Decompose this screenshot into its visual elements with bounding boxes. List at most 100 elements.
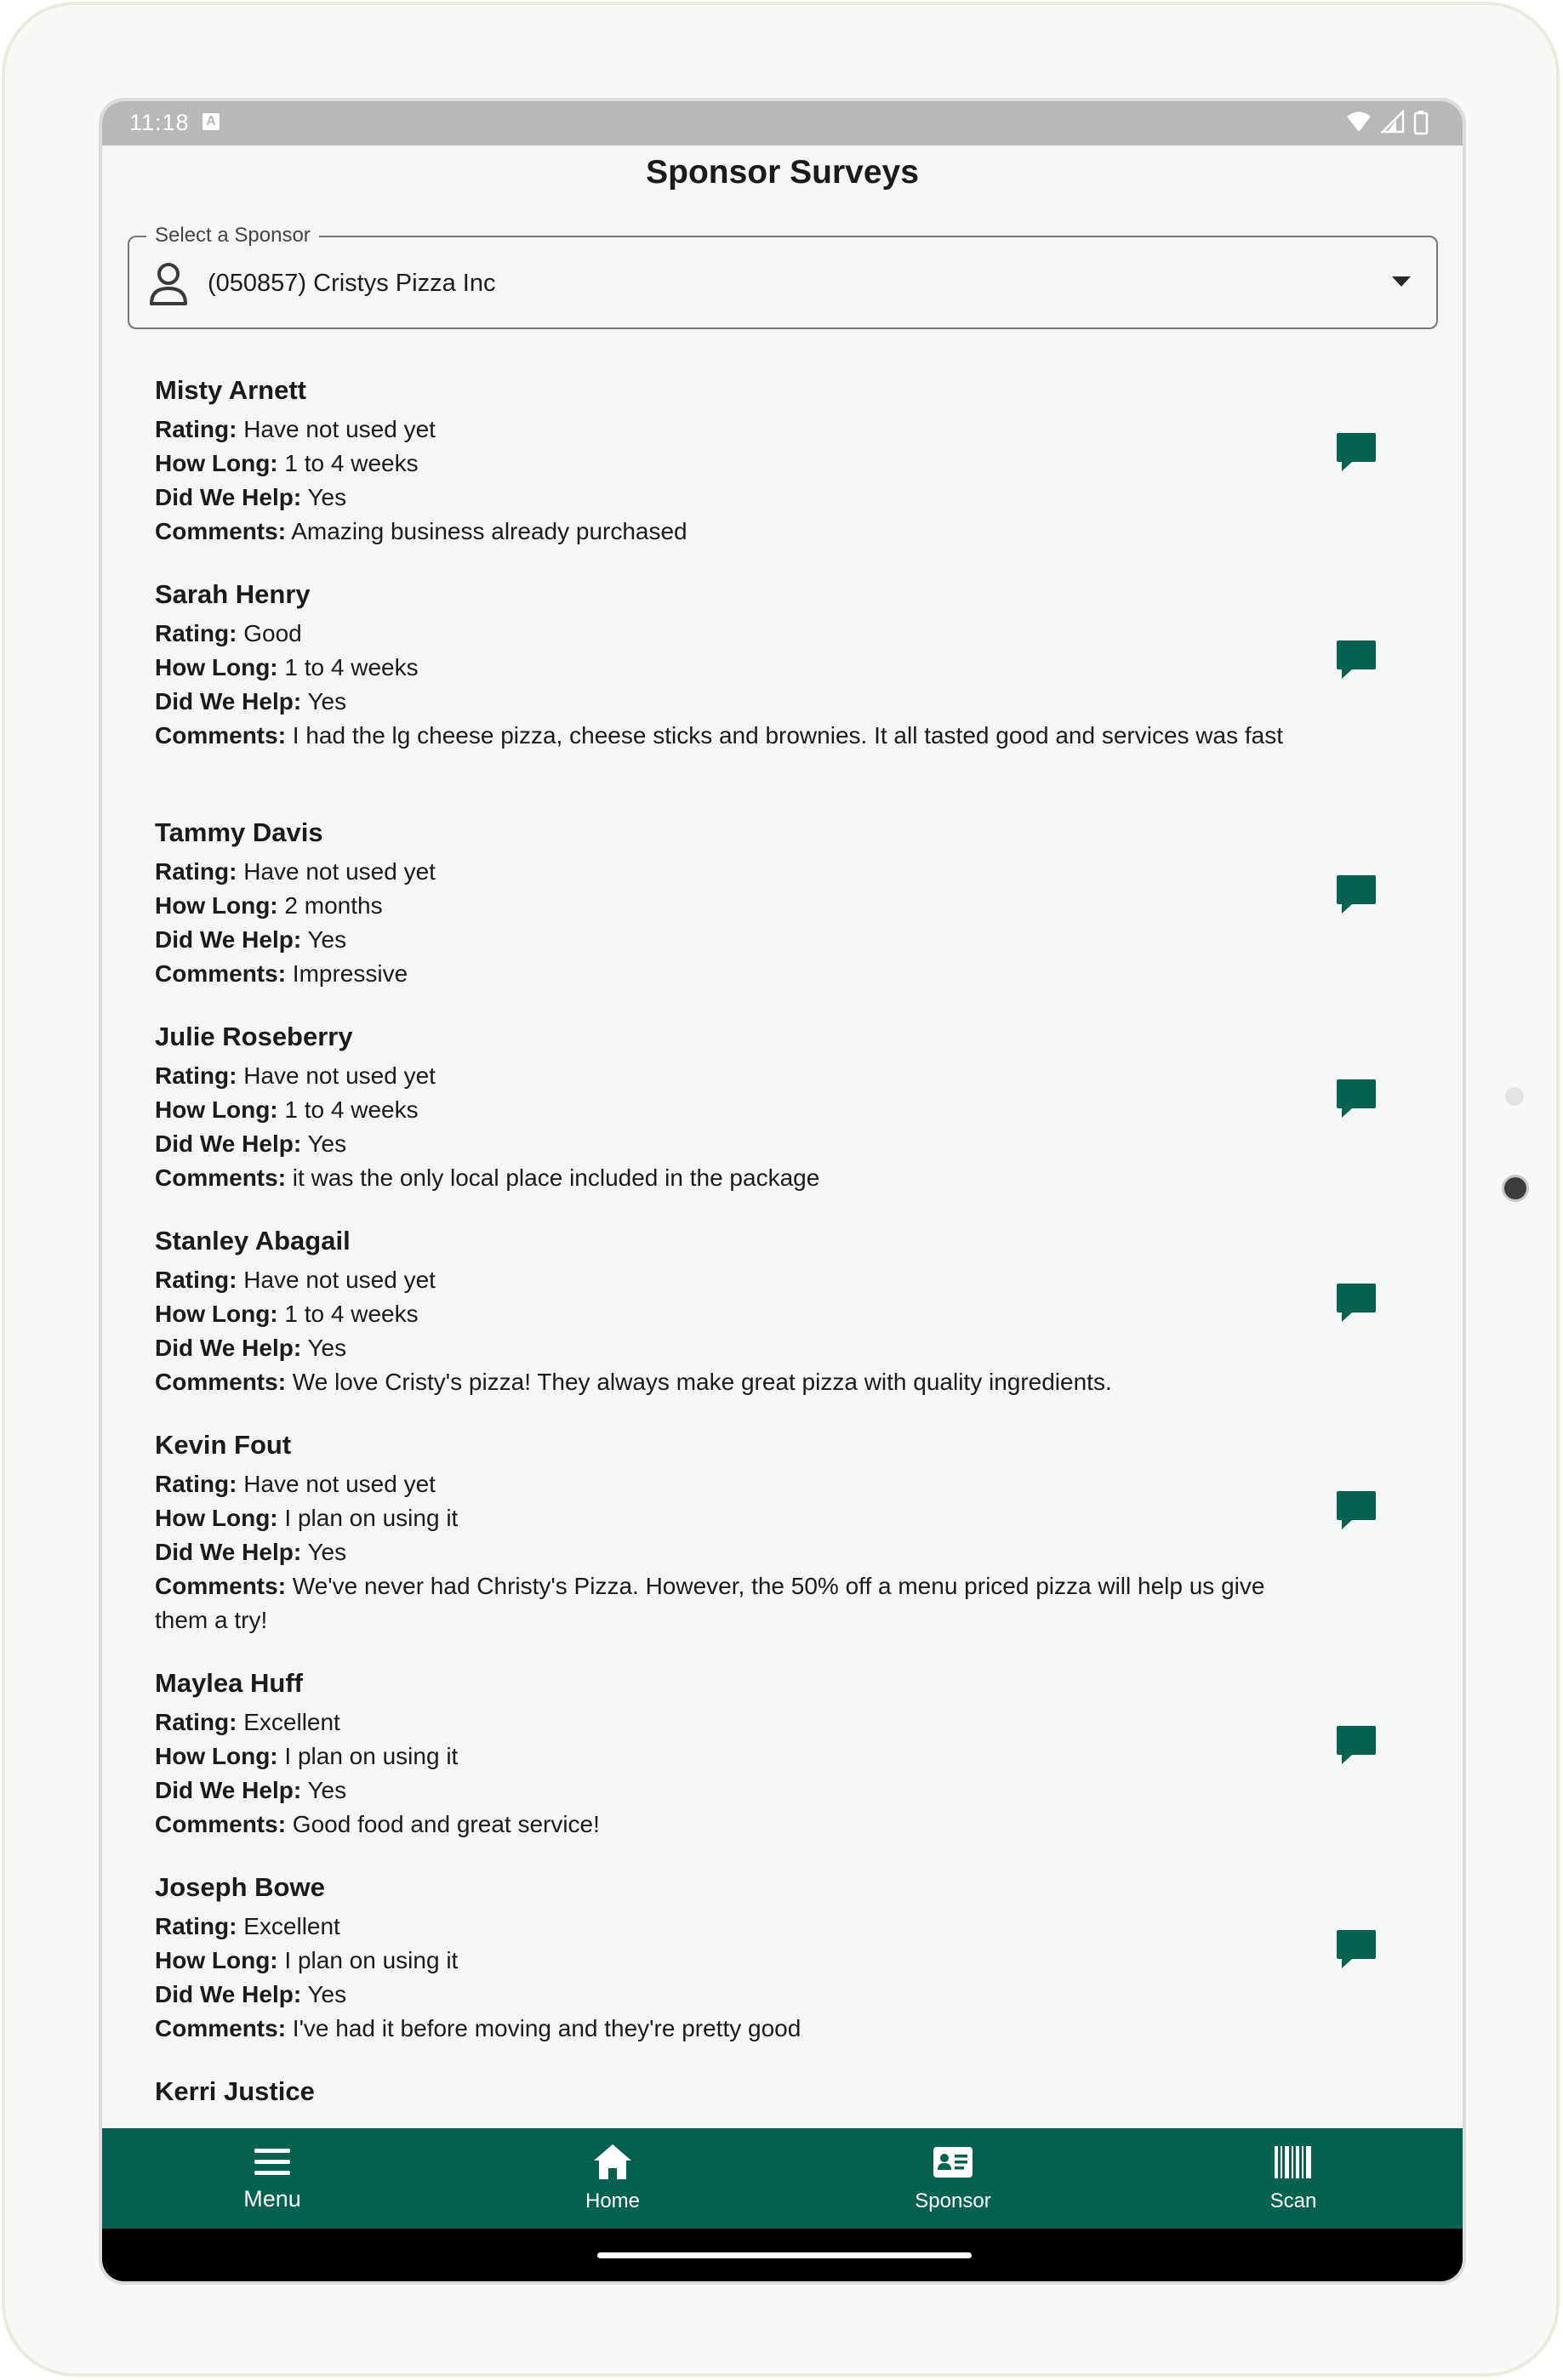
sponsor-select-value: (050857) Cristys Pizza Inc [208,270,496,297]
survey-item: Misty Arnett Rating: Have not used yet How… [102,372,1463,576]
comment-icon[interactable] [1333,872,1378,916]
survey-comments-value: Good food and great service! [292,1811,600,1837]
comment-icon[interactable] [1333,1280,1378,1324]
survey-respondent-name: Julie Roseberry [155,1022,353,1051]
survey-how-long-label: How Long: [155,654,278,680]
sponsor-select[interactable]: Select a Sponsor (050857) Cristys Pizza … [128,224,1438,329]
survey-did-we-help-value: Yes [307,1777,347,1803]
survey-how-long-value: 1 to 4 weeks [284,1301,419,1327]
survey-did-we-help-value: Yes [307,1981,347,2007]
survey-how-long-line: How Long: I plan on using it [155,1501,1295,1535]
survey-comments-line: Comments: I had the lg cheese pizza, che… [155,719,1295,753]
survey-how-long-value: 1 to 4 weeks [284,1096,419,1123]
nav-home[interactable]: Home [442,2128,783,2229]
survey-comments-line: Comments: We love Cristy's pizza! They a… [155,1365,1295,1399]
survey-how-long-value: 1 to 4 weeks [284,450,419,476]
survey-how-long-line: How Long: 1 to 4 weeks [155,651,1295,685]
nav-menu[interactable]: Menu [102,2128,442,2229]
nav-scan[interactable]: Scan [1123,2128,1463,2229]
survey-rating-value: Have not used yet [243,1267,436,1293]
survey-did-we-help-label: Did We Help: [155,484,302,510]
survey-how-long-value: 1 to 4 weeks [284,654,419,680]
survey-did-we-help-line: Did We Help: Yes [155,1535,1295,1569]
survey-did-we-help-label: Did We Help: [155,1335,302,1361]
survey-how-long-line: How Long: I plan on using it [155,1944,1295,1978]
survey-respondent-name: Misty Arnett [155,375,306,405]
survey-how-long-label: How Long: [155,1096,278,1123]
survey-item: Sarah Henry Rating: Good How Long: 1 to 4 … [102,576,1463,814]
survey-respondent-name: Stanley Abagail [155,1226,351,1255]
survey-did-we-help-value: Yes [307,1539,347,1565]
survey-comments-value: I've had it before moving and they're pr… [292,2015,801,2041]
survey-item: Stanley Abagail Rating: Have not used yet… [102,1222,1463,1426]
survey-comments-value: Impressive [292,960,408,987]
nav-scan-label: Scan [1269,2189,1317,2212]
comment-icon[interactable] [1333,1927,1378,1971]
survey-item: Joseph Bowe Rating: Excellent How Long: I … [102,1869,1463,2073]
survey-content: Misty Arnett Rating: Have not used yet How… [102,372,1295,549]
survey-respondent-name: Kevin Fout [155,1430,292,1460]
survey-comments-value: it was the only local place included in … [292,1164,820,1191]
survey-how-long-line: How Long: I plan on using it [155,1739,1295,1774]
comment-icon[interactable] [1333,1488,1378,1532]
survey-comments-label: Comments: [155,722,287,749]
dropdown-arrow-icon[interactable] [1392,276,1411,287]
notification-icon: A [203,113,220,130]
survey-rating-label: Rating: [155,858,237,885]
comment-icon[interactable] [1333,1076,1378,1120]
survey-rating-line: Rating: Good [155,617,1295,651]
survey-how-long-line: How Long: 1 to 4 weeks [155,1297,1295,1331]
survey-how-long-line: How Long: 1 to 4 weeks [155,1093,1295,1127]
wifi-icon [1347,111,1372,132]
survey-did-we-help-line: Did We Help: Yes [155,1127,1295,1161]
survey-how-long-value: I plan on using it [284,1505,459,1531]
survey-how-long-value: I plan on using it [284,1947,459,1973]
survey-respondent-name: Maylea Huff [155,1668,303,1698]
status-icons [1341,110,1429,137]
comment-icon[interactable] [1333,1722,1378,1767]
survey-rating-line: Rating: Have not used yet [155,413,1295,447]
survey-comments-value: We've never had Christy's Pizza. However… [155,1573,1265,1633]
survey-how-long-line: How Long: 1 to 4 weeks [155,447,1295,481]
home-gesture-handle[interactable] [597,2252,972,2258]
survey-how-long-value: I plan on using it [284,1743,459,1769]
comment-icon[interactable] [1333,430,1378,474]
comment-icon[interactable] [1333,637,1378,681]
survey-comments-line: Comments: Good food and great service! [155,1808,1295,1842]
nav-menu-label: Menu [243,2186,301,2212]
survey-rating-line: Rating: Have not used yet [155,1263,1295,1297]
survey-did-we-help-line: Did We Help: Yes [155,1774,1295,1808]
survey-comments-value: Amazing business already purchased [291,518,687,544]
survey-comments-label: Comments: [155,1369,287,1395]
survey-comments-label: Comments: [155,518,287,544]
id-card-icon [933,2147,973,2178]
survey-did-we-help-line: Did We Help: Yes [155,923,1295,957]
status-bar: 11:18 A [102,101,1463,145]
survey-list[interactable]: Misty Arnett Rating: Have not used yet How… [102,372,1463,2235]
survey-rating-value: Have not used yet [243,1471,436,1497]
survey-did-we-help-label: Did We Help: [155,926,302,953]
survey-rating-label: Rating: [155,1267,237,1293]
survey-content: Julie Roseberry Rating: Have not used yet… [102,1018,1295,1195]
home-icon [594,2144,631,2179]
survey-item: Julie Roseberry Rating: Have not used yet… [102,1018,1463,1222]
survey-did-we-help-line: Did We Help: Yes [155,685,1295,719]
signal-icon [1380,110,1404,134]
nav-sponsor-label: Sponsor [915,2189,991,2212]
screen: 11:18 A Sponsor Surveys Select a Sponsor… [99,98,1466,2285]
sponsor-select-label: Select a Sponsor [146,224,319,248]
survey-did-we-help-line: Did We Help: Yes [155,481,1295,515]
status-time: 11:18 [129,110,190,135]
survey-did-we-help-line: Did We Help: Yes [155,1331,1295,1365]
survey-rating-label: Rating: [155,1471,237,1497]
survey-rating-label: Rating: [155,1913,237,1939]
survey-rating-line: Rating: Excellent [155,1705,1295,1739]
survey-how-long-value: 2 months [284,892,383,919]
nav-sponsor[interactable]: Sponsor [783,2128,1123,2229]
survey-did-we-help-value: Yes [307,688,347,715]
survey-comments-line: Comments: I've had it before moving and … [155,2012,1295,2046]
survey-comments-label: Comments: [155,1573,287,1599]
survey-rating-value: Excellent [243,1913,340,1939]
survey-respondent-name: Kerri Justice [155,2076,315,2106]
survey-did-we-help-value: Yes [307,1130,347,1157]
